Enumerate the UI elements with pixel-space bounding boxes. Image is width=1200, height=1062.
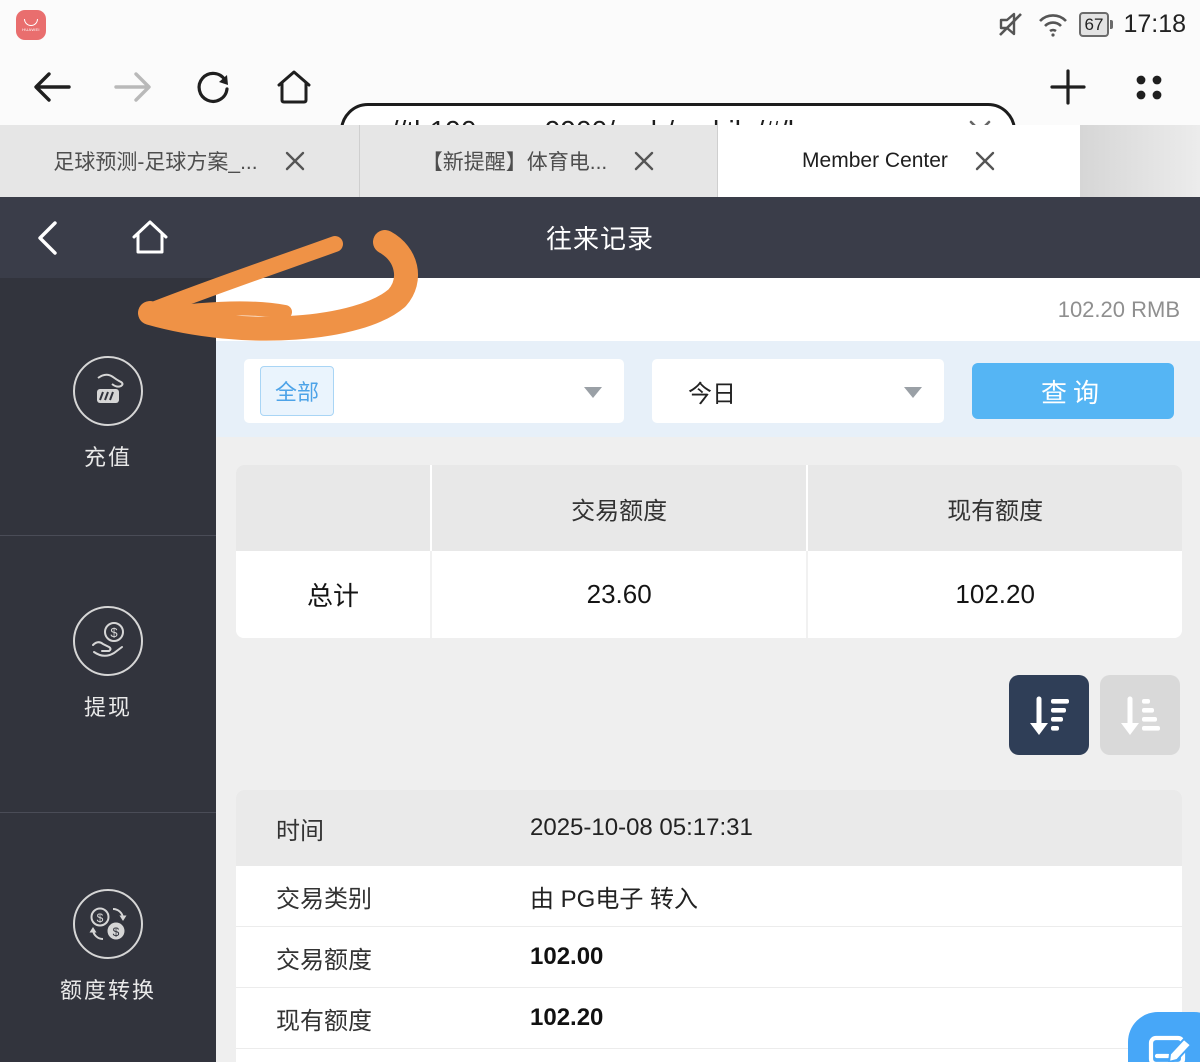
huawei-appgallery-icon[interactable]: HUAWEI: [16, 10, 46, 40]
refresh-icon: [199, 73, 227, 101]
edit-icon: [1148, 1032, 1194, 1062]
balance-strip: 102.20 RMB: [216, 278, 1200, 341]
summary-header-trade-amount: 交易额度: [430, 465, 807, 551]
sort-ascending-icon: [1114, 689, 1166, 741]
record-field-label: 交易额度: [236, 940, 530, 975]
tab-strip: 足球预测-足球方案_... 【新提醒】体育电... Member Center: [0, 125, 1200, 197]
chevron-left-icon: [34, 218, 60, 258]
browser-home-button[interactable]: [272, 65, 316, 109]
record-balance-value: 102.20: [530, 1004, 603, 1032]
summary-table: 交易额度 现有额度 总计 23.60 102.20: [236, 465, 1182, 638]
close-tab-icon[interactable]: [633, 150, 655, 172]
clock-time: 17:18: [1123, 10, 1186, 39]
battery-icon: 67: [1079, 12, 1114, 37]
new-tab-button[interactable]: [1046, 65, 1090, 109]
plus-icon: [1052, 71, 1084, 103]
date-range-value: 今日: [688, 374, 736, 409]
close-tab-icon[interactable]: [974, 150, 996, 172]
record-balance-row: 现有额度 102.20: [236, 987, 1182, 1048]
record-category-row: 交易类别 由 PG电子 转入: [236, 866, 1182, 926]
home-icon: [129, 218, 171, 258]
sidebar-item-quota-transfer[interactable]: $ $ 额度转换: [0, 812, 216, 1062]
account-balance: 102.20 RMB: [1058, 297, 1180, 323]
browser-toolbar: s://tb190.com:9900/web/mobile/#/home: [0, 48, 1200, 125]
sidebar-item-recharge[interactable]: 充值: [0, 356, 216, 534]
svg-text:$: $: [97, 911, 104, 925]
tabs-menu-button[interactable]: [1127, 65, 1171, 109]
total-trade-amount: 23.60: [430, 551, 807, 638]
screen: HUAWEI 67 17:18: [0, 0, 1200, 1062]
withdraw-hand-coin-icon: $: [73, 606, 143, 676]
browser-forward-button[interactable]: [111, 65, 155, 109]
chevron-down-icon: [904, 387, 922, 398]
mute-icon: [997, 9, 1027, 39]
record-trade-amount-row: 交易额度 102.00: [236, 926, 1182, 987]
record-trade-amount-value: 102.00: [530, 943, 603, 971]
home-icon: [279, 72, 309, 102]
record-field-label: 现有额度: [236, 1001, 530, 1036]
filter-bar: 全部 今日 查询: [216, 341, 1200, 437]
record-time-value: 2025-10-08 05:17:31: [530, 814, 753, 842]
date-range-select[interactable]: 今日: [652, 359, 944, 423]
wifi-icon: [1037, 9, 1069, 39]
tab-label: Member Center: [802, 149, 948, 173]
total-current-balance: 102.20: [806, 551, 1182, 638]
svg-text:$: $: [110, 625, 118, 640]
record-field-label: 时间: [236, 811, 530, 846]
tab-label: 足球预测-足球方案_...: [53, 146, 257, 176]
record-clipped-row: [236, 1048, 1182, 1062]
forward-arrow-icon: [116, 74, 149, 100]
back-arrow-icon: [36, 74, 69, 100]
sidebar-item-label: 提现: [84, 690, 132, 722]
query-button[interactable]: 查询: [972, 363, 1174, 419]
status-bar: HUAWEI 67 17:18: [0, 0, 1200, 48]
record-field-label: 交易类别: [236, 879, 530, 914]
sort-ascending-button[interactable]: [1100, 675, 1180, 755]
browser-back-button[interactable]: [30, 65, 74, 109]
app-home-button[interactable]: [115, 197, 185, 278]
record-time-row: 时间 2025-10-08 05:17:31: [236, 790, 1182, 866]
tab-strip-empty: [1080, 125, 1200, 197]
summary-header-empty: [236, 465, 430, 551]
tab-member-center[interactable]: Member Center: [718, 125, 1080, 197]
transaction-record-card[interactable]: 时间 2025-10-08 05:17:31 交易类别 由 PG电子 转入 交易…: [236, 790, 1182, 1062]
sidebar-item-withdraw[interactable]: $ 提现: [0, 535, 216, 812]
tab-football-prediction[interactable]: 足球预测-足球方案_...: [0, 125, 360, 197]
close-tab-icon[interactable]: [284, 150, 306, 172]
chevron-down-icon: [584, 387, 602, 398]
summary-header-current-balance: 现有额度: [806, 465, 1182, 551]
summary-total-row: 总计 23.60 102.20: [236, 551, 1182, 638]
sidebar-item-label: 额度转换: [60, 973, 156, 1005]
smile-arc: [24, 19, 38, 26]
compose-fab-button[interactable]: [1128, 1012, 1200, 1062]
browser-refresh-button[interactable]: [191, 65, 235, 109]
svg-text:$: $: [113, 925, 120, 939]
total-label: 总计: [236, 551, 430, 638]
app-header: 往来记录: [0, 197, 1200, 278]
category-select[interactable]: 全部: [244, 359, 624, 423]
sidebar: 充值 $ 提现 $ $: [0, 278, 216, 1062]
recharge-hand-card-icon: [73, 356, 143, 426]
app-back-button[interactable]: [12, 197, 82, 278]
sort-descending-icon: [1023, 689, 1075, 741]
tab-label: 【新提醒】体育电...: [422, 146, 608, 176]
summary-header-row: 交易额度 现有额度: [236, 465, 1182, 551]
sort-descending-button[interactable]: [1009, 675, 1089, 755]
record-category-value: 由 PG电子 转入: [530, 879, 698, 914]
grid-dots-icon: [1129, 67, 1169, 107]
battery-percent: 67: [1079, 12, 1110, 37]
exchange-coins-icon: $ $: [73, 889, 143, 959]
sidebar-item-label: 充值: [84, 440, 132, 472]
category-selected-chip: 全部: [260, 366, 334, 416]
tab-sports-alert[interactable]: 【新提醒】体育电...: [360, 125, 718, 197]
app-badge-label: HUAWEI: [22, 27, 40, 32]
